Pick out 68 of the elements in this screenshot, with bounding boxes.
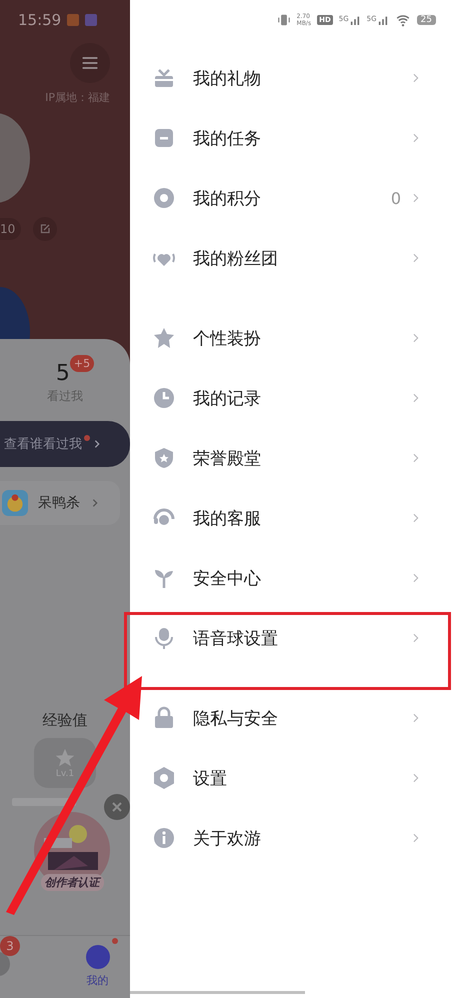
note-icon [152, 126, 176, 150]
signal-icon [348, 15, 361, 25]
duck-icon [2, 490, 28, 516]
chevron-icon [411, 831, 421, 845]
menu-item[interactable]: 我的客服 [130, 488, 461, 548]
menu-button[interactable] [70, 43, 110, 83]
signal-icon [376, 15, 389, 25]
notification-icon [85, 14, 98, 26]
game-item[interactable]: 呆鸭杀 [0, 481, 120, 525]
menu-item[interactable]: 我的任务 [130, 108, 461, 168]
menu-item[interactable]: 个性装扮 [130, 308, 461, 368]
edit-button[interactable] [33, 217, 58, 241]
menu-item[interactable]: 荣誉殿堂 [130, 428, 461, 488]
menu-item[interactable]: 设置 [130, 748, 461, 808]
notification-dot [84, 435, 90, 441]
game-name: 呆鸭杀 [38, 494, 80, 512]
menu-item[interactable]: 我的粉丝团 [130, 228, 461, 288]
settings-icon [152, 766, 176, 790]
chevron-icon [90, 497, 100, 509]
edit-icon [39, 223, 52, 235]
ip-location: IP属地：福建 [44, 90, 111, 105]
wifi-icon [394, 13, 411, 27]
chevron-icon [411, 711, 421, 725]
experience-title: 经验值 [42, 711, 88, 730]
chevron-icon [411, 771, 421, 785]
chevron-icon [411, 191, 421, 205]
close-button[interactable] [104, 794, 130, 820]
battery-indicator: 25 [416, 15, 436, 25]
count-badge: +5 [70, 355, 94, 372]
lock-icon [152, 706, 176, 730]
vibrate-icon [276, 13, 291, 27]
chevron-icon [411, 571, 421, 585]
menu-item[interactable]: 语音球设置 [130, 608, 461, 668]
chevron-icon [411, 331, 421, 345]
notification-dot [112, 938, 118, 944]
chevron-icon [411, 451, 421, 465]
microphone-icon [152, 626, 176, 650]
creator-label[interactable]: 创作者认证 [40, 874, 104, 891]
star-icon [54, 747, 76, 769]
chevron-icon [92, 438, 102, 450]
menu-item[interactable]: 我的积分 0 [130, 168, 461, 228]
chevron-icon [411, 391, 421, 405]
notification-icon [67, 14, 80, 26]
shield-icon [152, 446, 176, 470]
chevron-icon [411, 511, 421, 525]
coin-icon [152, 186, 176, 210]
menu-item[interactable]: 关于欢游 [130, 808, 461, 868]
gift-icon [152, 66, 176, 90]
level-pill: 10 [0, 218, 22, 240]
button-label: 查看谁看过我 [4, 436, 82, 453]
chevron-icon [411, 251, 421, 265]
chevron-icon [411, 71, 421, 85]
star-icon [152, 326, 176, 350]
info-icon [152, 826, 176, 850]
chevron-icon [411, 131, 421, 145]
viewer-count: 5 [56, 361, 70, 386]
menu-item[interactable]: 隐私与安全 [130, 688, 461, 748]
clock-icon [152, 386, 176, 410]
count-badge: 3 [0, 936, 20, 956]
menu-item[interactable]: 安全中心 [130, 548, 461, 608]
menu-item[interactable]: 我的礼物 [130, 48, 461, 108]
nav-icon[interactable] [86, 945, 110, 969]
view-visitors-button[interactable]: 查看谁看过我 [0, 421, 130, 467]
status-time: 15:59 [18, 11, 62, 29]
menu-item[interactable]: 我的记录 [130, 368, 461, 428]
chevron-icon [411, 631, 421, 645]
item-value: 0 [390, 188, 401, 208]
close-icon [111, 801, 123, 813]
